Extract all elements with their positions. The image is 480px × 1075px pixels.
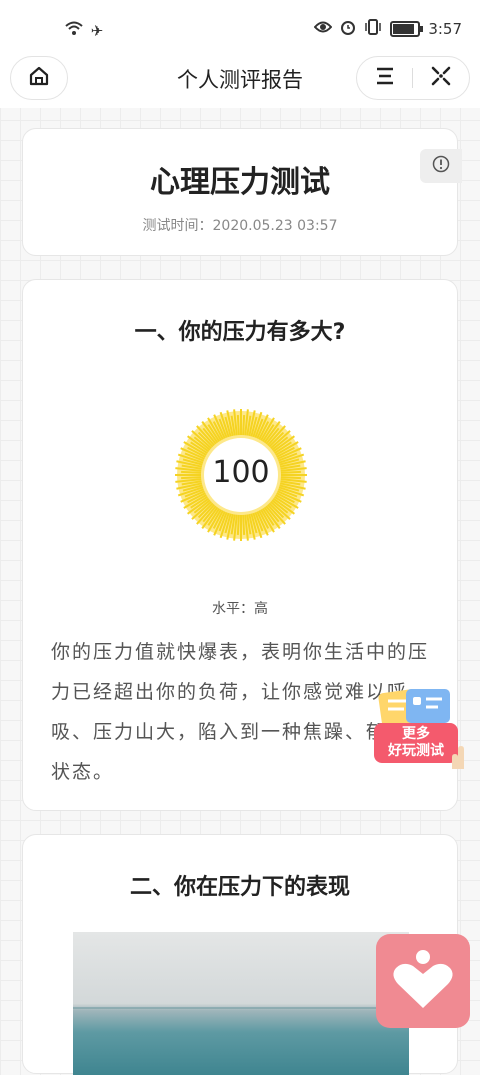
- airplane-icon: ✈: [90, 22, 106, 40]
- stress-gauge: 100: [174, 408, 308, 542]
- stress-score: 100: [212, 455, 270, 490]
- more-line1: 更多: [402, 726, 430, 742]
- cards-icon: [378, 689, 450, 727]
- level-label: 水平：: [212, 601, 254, 617]
- alarm-icon: [340, 19, 356, 39]
- test-title: 心理压力测试: [150, 165, 330, 200]
- close-icon: [430, 65, 452, 91]
- section2-title: 二、你在压力下的表现: [129, 875, 350, 900]
- stress-level: 水平：高: [23, 598, 457, 618]
- section1-title: 一、你的压力有多大?: [134, 320, 346, 345]
- header-card: 心理压力测试 测试时间：2020.05.23 03:57: [22, 128, 458, 256]
- gauge-ray: [242, 415, 246, 436]
- sea-photo: [73, 932, 409, 1075]
- gauge-ray: [242, 514, 246, 535]
- info-icon: [432, 155, 450, 177]
- favorite-button[interactable]: [376, 934, 470, 1028]
- gauge-ray: [236, 514, 240, 535]
- battery-icon: [390, 21, 424, 37]
- test-time-value: 2020.05.23 03:57: [212, 218, 338, 234]
- status-right: 3:57: [313, 19, 462, 39]
- status-time: 3:57: [428, 20, 462, 38]
- gauge-ray: [236, 415, 240, 436]
- nav-bar: 个人测评报告: [0, 52, 480, 108]
- test-time-label: 测试时间：: [142, 218, 213, 234]
- menu-icon: [374, 66, 396, 90]
- vibrate-icon: [364, 19, 382, 39]
- eye-icon: [313, 20, 333, 38]
- status-bar: ✈ 3:57: [0, 0, 480, 60]
- menu-button[interactable]: [357, 57, 412, 99]
- level-value: 高: [254, 601, 268, 617]
- heart-icon: [388, 944, 458, 1018]
- test-time: 测试时间：2020.05.23 03:57: [23, 215, 457, 235]
- more-tests-button[interactable]: 更多 好玩测试: [370, 685, 470, 775]
- capsule-menu: [356, 56, 470, 100]
- status-left: ✈: [64, 20, 105, 40]
- wifi-icon: [64, 21, 91, 40]
- hand-icon: [452, 746, 464, 769]
- info-button[interactable]: [420, 149, 462, 183]
- close-button[interactable]: [413, 57, 468, 99]
